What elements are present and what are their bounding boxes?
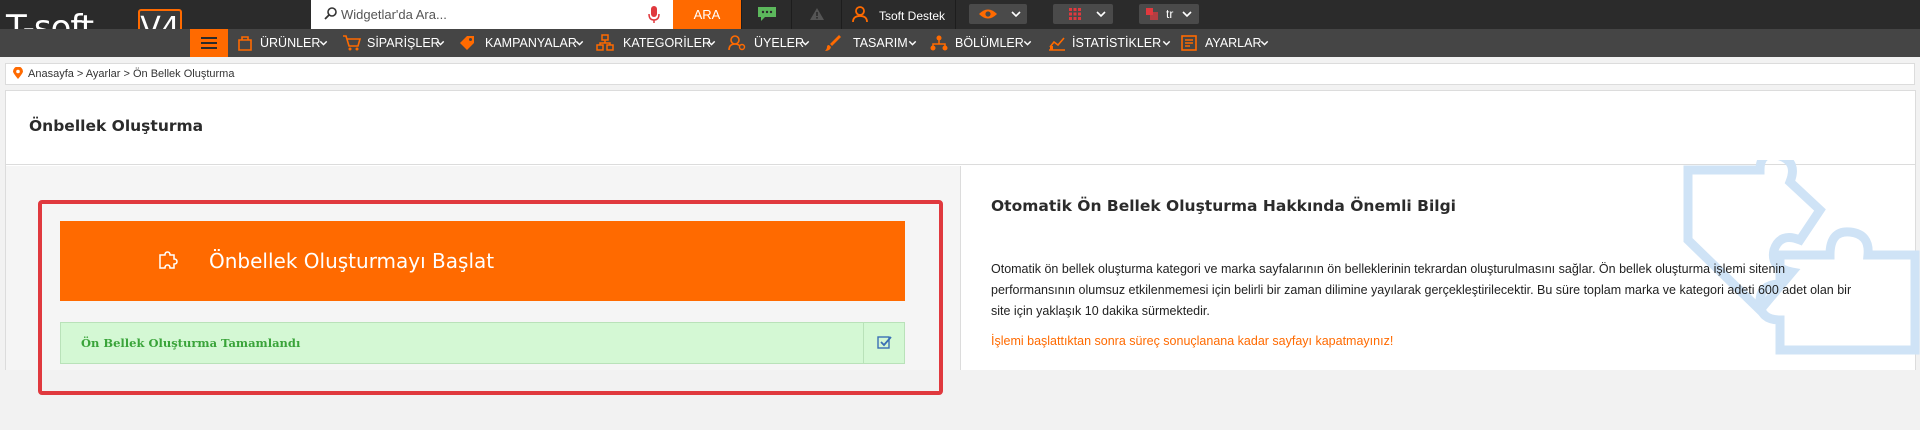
chevron-down-icon [1096,11,1106,18]
app-root: T-soft V4 ARA Tsoft Destek tr ÜRÜNLER [0,0,1920,430]
sections-icon [930,35,948,51]
language-label[interactable]: tr [1166,4,1173,24]
search-icon [324,7,337,20]
user-icon [852,6,868,23]
chevron-down-icon [575,40,584,46]
settings-icon [1181,35,1197,51]
info-warning: İşlemi başlattıktan sonra süreç sonuçlan… [991,334,1394,348]
chevron-down-icon [1182,11,1192,18]
nav-item-sections[interactable]: BÖLÜMLER [930,29,1034,57]
chat-icon [758,7,776,21]
nav-item-campaigns[interactable]: KAMPANYALAR [458,29,586,57]
chevron-down-icon [436,40,445,46]
chevron-down-icon [319,40,328,46]
eye-icon [979,9,997,19]
search-box [311,0,673,29]
nav-item-label: KATEGORİLER [623,36,711,50]
nav-item-label: ÜRÜNLER [260,36,321,50]
nav-item-design[interactable]: TASARIM [824,29,922,57]
products-icon [238,36,252,51]
nav-item-label: İSTATİSTİKLER [1072,36,1162,50]
cart-icon [343,35,362,51]
nav-item-categories[interactable]: KATEGORİLER [596,29,720,57]
nav-item-label: SİPARİŞLER [367,36,440,50]
chevron-down-icon [1023,40,1032,46]
info-title: Otomatik Ön Bellek Oluşturma Hakkında Ön… [991,197,1456,215]
nav-item-orders[interactable]: SİPARİŞLER [342,29,450,57]
chevron-down-icon [1011,11,1021,18]
members-icon [728,35,746,51]
microphone-icon[interactable] [646,5,662,24]
preview-dropdown[interactable] [969,4,1027,24]
nav-item-label: KAMPANYALAR [485,36,577,50]
stats-icon [1049,37,1065,51]
highlight-annotation-box [38,200,943,395]
design-icon [825,35,841,51]
nav-item-settings[interactable]: AYARLAR [1180,29,1272,57]
chevron-down-icon [707,40,716,46]
hamburger-icon [201,37,217,49]
chevron-down-icon [1260,40,1269,46]
breadcrumb: Anasayfa > Ayarlar > Ön Bellek Oluşturma [5,63,1915,85]
divider [955,0,956,29]
info-body: Otomatik ön bellek oluşturma kategori ve… [991,262,1852,318]
search-button[interactable]: ARA [673,0,741,29]
menu-toggle-button[interactable] [190,29,228,57]
nav-item-products[interactable]: ÜRÜNLER [236,29,332,57]
breadcrumb-text[interactable]: Anasayfa > Ayarlar > Ön Bellek Oluşturma [28,64,234,84]
panel-header: Önbellek Oluşturma [6,91,1915,165]
chevron-down-icon [801,40,810,46]
location-pin-icon [13,67,23,79]
nav-item-label: TASARIM [853,36,908,50]
nav-item-statistics[interactable]: İSTATİSTİKLER [1048,29,1174,57]
apps-dropdown[interactable] [1053,4,1113,24]
category-icon [596,34,614,51]
alert-button[interactable] [791,0,841,29]
nav-item-label: AYARLAR [1205,36,1262,50]
nav-item-label: ÜYELER [754,36,805,50]
search-input[interactable] [341,0,641,29]
support-user-name[interactable]: Tsoft Destek [879,0,945,32]
page-title: Önbellek Oluşturma [29,117,204,135]
language-flag-icon [1146,8,1158,20]
chevron-down-icon [1162,40,1171,46]
chat-button[interactable] [741,0,791,29]
alert-icon [810,8,824,20]
nav-item-members[interactable]: ÜYELER [728,29,814,57]
grid-icon [1069,8,1081,20]
nav-item-label: BÖLÜMLER [955,36,1024,50]
tag-icon [460,36,474,50]
chevron-down-icon [908,40,917,46]
